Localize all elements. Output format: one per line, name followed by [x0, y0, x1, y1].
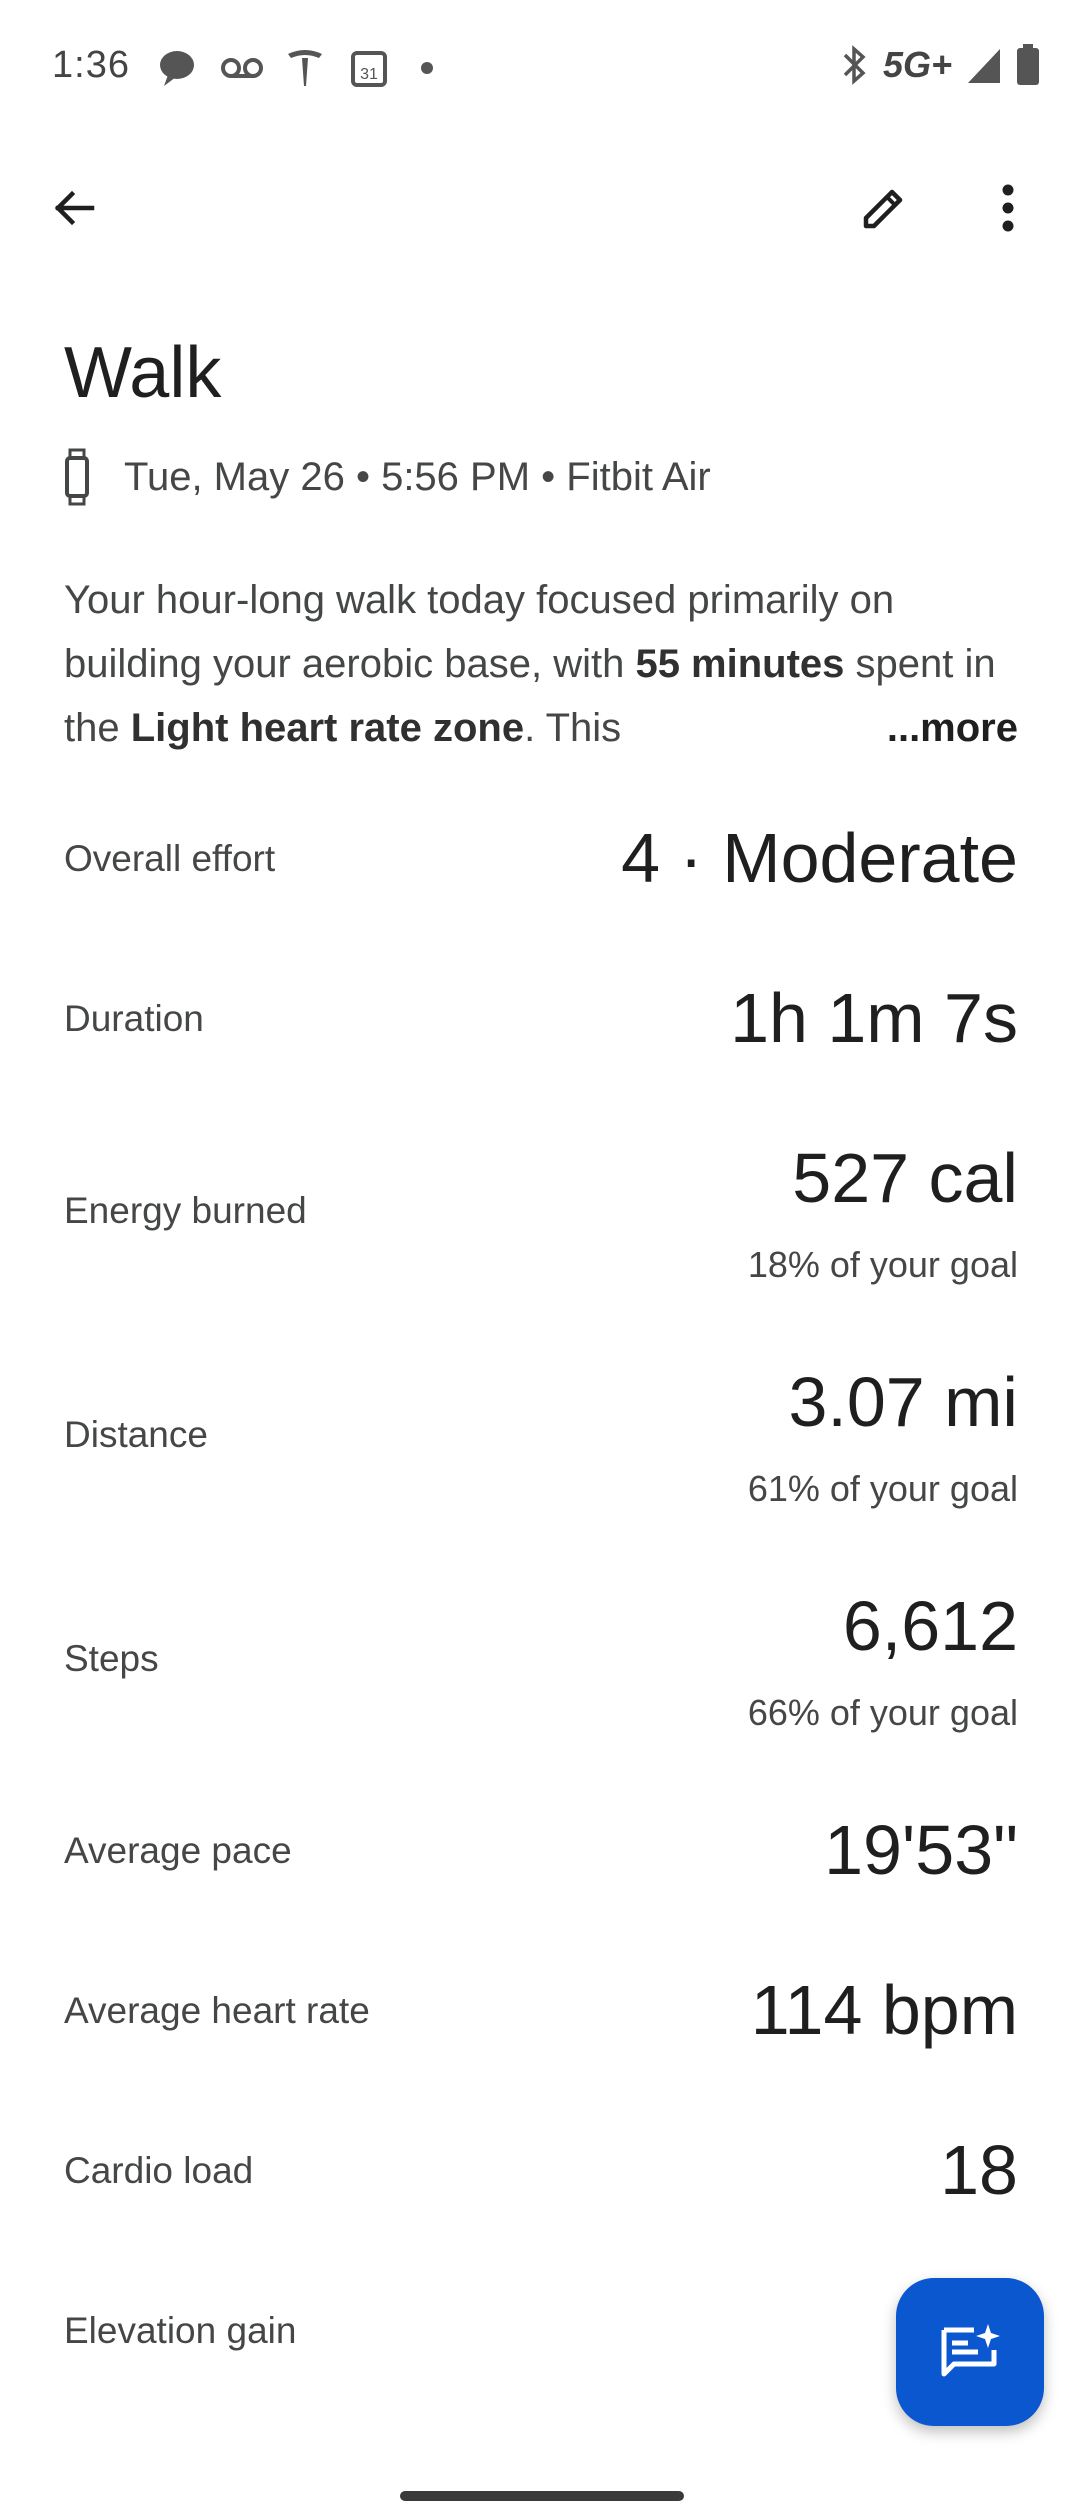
dot-icon [421, 62, 433, 74]
ai-chat-sparkle-icon [941, 2324, 1000, 2377]
watch-icon [65, 448, 89, 506]
stat-value: 19'53" [824, 1811, 1018, 1889]
stat-goal-progress: 18% of your goal [747, 1244, 1018, 1285]
more-vert-icon [1002, 184, 1014, 232]
page-title: Walk [64, 333, 222, 413]
status-time: 1:36 [52, 44, 130, 86]
battery-icon [1017, 44, 1039, 85]
stat-value: 3.07 mi [788, 1363, 1018, 1441]
stat-label: Duration [64, 998, 204, 1039]
status-bar: 1:36 31 5G+ [0, 0, 1080, 136]
stat-label: Overall effort [64, 838, 276, 879]
network-label: 5G+ [882, 44, 952, 85]
chat-bubble-icon [160, 51, 194, 86]
arrow-back-icon [54, 190, 95, 226]
signal-icon [968, 49, 1000, 83]
edit-button[interactable] [836, 160, 932, 256]
bluetooth-icon [843, 45, 866, 85]
top-app-bar [0, 150, 1080, 270]
status-right-group: 5G+ [839, 44, 1040, 86]
stat-value: 4 · Moderate [621, 819, 1018, 897]
stat-label: Distance [64, 1414, 208, 1455]
stat-goal-progress: 61% of your goal [747, 1468, 1018, 1509]
stat-label: Elevation gain [64, 2310, 297, 2351]
stat-label: Cardio load [64, 2150, 254, 2191]
stat-label: Steps [64, 1638, 159, 1679]
summary-more-link[interactable]: ...more [862, 696, 1018, 760]
tesla-icon [288, 50, 322, 86]
back-button[interactable] [26, 160, 122, 256]
stat-value: 18 [940, 2131, 1018, 2209]
summary-highlight-minutes: 55 minutes [635, 642, 845, 686]
stat-value: 6,612 [842, 1587, 1018, 1665]
stat-value: 527 cal [792, 1139, 1018, 1217]
workout-meta: Tue, May 26 • 5:56 PM • Fitbit Air [124, 454, 711, 499]
stat-label: Energy burned [64, 1190, 307, 1231]
stat-value: 114 bpm [750, 1971, 1018, 2049]
stat-label: Average pace [64, 1830, 292, 1871]
svg-text:31: 31 [360, 66, 378, 83]
gesture-nav-handle[interactable] [400, 2491, 684, 2501]
workout-meta-row: Tue, May 26 • 5:56 PM • Fitbit Air [64, 448, 711, 506]
pencil-icon [863, 189, 903, 229]
more-options-button[interactable] [960, 160, 1056, 256]
stat-value: 1h 1m 7s [730, 979, 1018, 1057]
voicemail-icon [221, 58, 263, 78]
summary-text: . This [524, 706, 622, 750]
stat-label: Average heart rate [64, 1990, 370, 2031]
stat-goal-progress: 66% of your goal [747, 1692, 1018, 1733]
calendar-icon: 31 [351, 51, 387, 87]
summary-highlight-zone: Light heart rate zone [130, 706, 525, 750]
ai-assistant-fab[interactable] [896, 2278, 1044, 2426]
